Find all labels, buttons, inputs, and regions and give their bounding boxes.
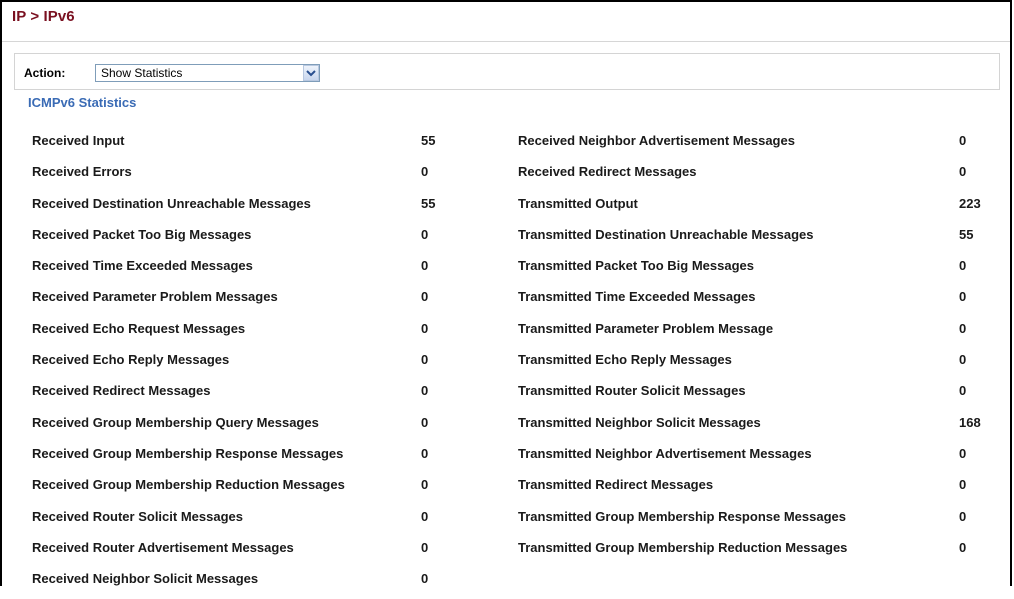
stat-label: Received Neighbor Solicit Messages	[32, 571, 259, 587]
stat-value: 0	[959, 320, 967, 336]
stat-value: 0	[959, 508, 967, 524]
stat-label: Transmitted Router Solicit Messages	[518, 383, 746, 399]
stat-value: 0	[421, 477, 429, 493]
action-select[interactable]: Show Statistics	[95, 64, 320, 82]
stat-value: 0	[421, 445, 429, 461]
stat-row: Received Destination Unreachable Message…	[2, 193, 1014, 224]
stat-label: Received Echo Reply Messages	[32, 352, 230, 368]
section-title: ICMPv6 Statistics	[28, 95, 137, 110]
stat-value: 168	[959, 414, 981, 430]
stat-label: Transmitted Echo Reply Messages	[518, 352, 732, 368]
stat-value: 0	[959, 289, 967, 305]
stat-label: Received Packet Too Big Messages	[32, 226, 252, 242]
stat-value: 0	[421, 539, 429, 555]
stat-value: 0	[421, 226, 429, 242]
stat-value: 0	[421, 164, 429, 180]
stat-value: 0	[421, 352, 429, 368]
action-label: Action:	[24, 66, 66, 80]
action-bar: Action: Show Statistics	[14, 53, 1000, 89]
stat-value: 0	[421, 289, 429, 305]
stat-row: Received Time Exceeded Messages 0 Transmit…	[2, 255, 1014, 286]
stat-value: 55	[959, 226, 974, 242]
chevron-down-icon[interactable]	[303, 65, 319, 81]
stat-label: Received Group Membership Response Messa…	[32, 445, 344, 461]
stat-value: 55	[421, 133, 436, 148]
stat-row: Received Errors 0 Received Redirect Messag…	[2, 161, 1014, 192]
stat-row: Received Router Advertisement Messages 0 T…	[2, 537, 1014, 568]
stat-value: 0	[421, 258, 429, 274]
stat-value: 0	[959, 383, 967, 399]
section-title-bar: ICMPv6 Statistics	[14, 89, 1000, 111]
page-frame: IP > IPv6 Action: Show Statistics ICMPv6…	[0, 0, 1012, 586]
stat-value: 223	[959, 195, 981, 211]
stat-label: Transmitted Destination Unreachable Mess…	[518, 226, 814, 242]
stat-row: Received Group Membership Response Messa…	[2, 443, 1014, 474]
stat-label: Received Neighbor Advertisement Messages	[518, 133, 795, 148]
stat-label: Received Redirect Messages	[32, 383, 211, 399]
stat-value: 0	[959, 477, 967, 493]
stat-row: Received Group Membership Reduction Mess…	[2, 474, 1014, 505]
breadcrumb[interactable]: IP > IPv6	[12, 8, 998, 25]
stat-row: Received Parameter Problem Messages 0 Tran…	[2, 286, 1014, 317]
stat-value: 0	[421, 571, 429, 587]
stat-value: 55	[421, 195, 436, 211]
stat-label: Transmitted Neighbor Advertisement Messa…	[518, 445, 812, 461]
stat-value: 0	[959, 539, 967, 555]
stat-label: Transmitted Parameter Problem Message	[518, 320, 774, 336]
stat-label: Received Group Membership Query Messages	[32, 414, 319, 430]
stat-label: Received Parameter Problem Messages	[32, 289, 278, 305]
stat-value: 0	[959, 133, 967, 148]
stat-value: 0	[959, 352, 967, 368]
stat-row: Received Echo Reply Messages 0 Transmitted…	[2, 349, 1014, 380]
stat-row: Received Input 55 Received Neighbor Advert…	[2, 130, 1014, 161]
stat-label: Received Time Exceeded Messages	[32, 258, 253, 274]
stat-value: 0	[959, 164, 967, 180]
stat-value: 0	[421, 508, 429, 524]
stat-label: Received Echo Request Messages	[32, 320, 246, 336]
stat-row: Received Router Solicit Messages 0 Transmi…	[2, 506, 1014, 537]
stat-row: Received Packet Too Big Messages 0 Transmi…	[2, 224, 1014, 255]
stat-label: Received Redirect Messages	[518, 164, 697, 180]
action-select-value: Show Statistics	[101, 66, 183, 80]
stat-row: Received Group Membership Query Messages…	[2, 412, 1014, 443]
stat-label: Transmitted Group Membership Reduction M…	[518, 539, 848, 555]
stat-label: Received Errors	[32, 164, 132, 180]
stat-row: Received Neighbor Solicit Messages 0	[2, 568, 1014, 599]
stat-row: Received Redirect Messages 0 Transmitted R…	[2, 380, 1014, 411]
stat-value: 0	[421, 383, 429, 399]
stat-value: 0	[421, 414, 429, 430]
stat-label: Transmitted Redirect Messages	[518, 477, 714, 493]
stat-label: Transmitted Time Exceeded Messages	[518, 289, 756, 305]
stat-label: Received Router Solicit Messages	[32, 508, 243, 524]
stat-value: 0	[959, 258, 967, 274]
stat-row: Received Echo Request Messages 0 Transmitt…	[2, 318, 1014, 349]
stat-label: Received Destination Unreachable Message…	[32, 195, 311, 211]
stat-label: Transmitted Neighbor Solicit Messages	[518, 414, 761, 430]
stat-label: Received Router Advertisement Messages	[32, 539, 294, 555]
stat-label: Received Input	[32, 133, 125, 148]
stat-label: Received Group Membership Reduction Mess…	[32, 477, 345, 493]
stat-value: 0	[421, 320, 429, 336]
page-header: IP > IPv6	[2, 2, 1010, 42]
stat-value: 0	[959, 445, 967, 461]
stat-label: Transmitted Packet Too Big Messages	[518, 258, 754, 274]
statistics-table: Received Input 55 Received Neighbor Advert…	[2, 130, 1014, 599]
stat-label: Transmitted Group Membership Response Me…	[518, 508, 846, 524]
stat-label: Transmitted Output	[518, 195, 638, 211]
